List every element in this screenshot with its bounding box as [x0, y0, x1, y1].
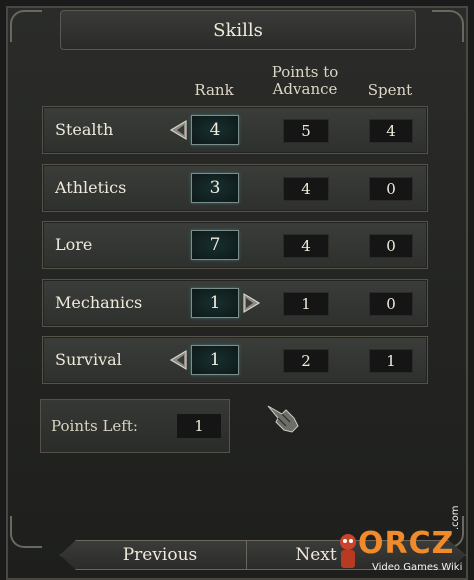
spent-value: 0 [369, 292, 413, 316]
spent-value: 0 [369, 234, 413, 258]
frame-corner [432, 10, 464, 42]
frame-corner [10, 10, 42, 42]
spent-value: 4 [369, 119, 413, 143]
skill-name: Athletics [55, 178, 127, 197]
orcz-mascot-icon [340, 534, 356, 568]
points-to-advance-value: 2 [283, 349, 329, 373]
points-left-value: 1 [177, 414, 221, 438]
orcz-watermark: ORCZ .com Video Games Wiki [334, 505, 474, 580]
points-left-panel: Points Left: 1 [40, 399, 230, 453]
rank-value: 3 [191, 173, 239, 203]
spent-header: Spent [367, 81, 413, 99]
rank-value: 1 [191, 288, 239, 318]
previous-button[interactable]: Previous [60, 540, 260, 570]
window-title: Skills [60, 10, 416, 50]
skill-row-athletics: Athletics 3 4 0 [42, 164, 428, 212]
points-left-label: Points Left: [51, 417, 138, 435]
points-to-advance-value: 4 [283, 234, 329, 258]
orcz-subtitle: Video Games Wiki [372, 562, 463, 573]
points-to-advance-value: 1 [283, 292, 329, 316]
skill-row-stealth: Stealth 4 5 4 [42, 106, 428, 154]
skill-name: Mechanics [55, 293, 143, 312]
skill-name: Stealth [55, 120, 114, 139]
skill-row-survival: Survival 1 2 1 [42, 336, 428, 384]
skill-row-mechanics: Mechanics 1 1 0 [42, 279, 428, 327]
skill-name: Lore [55, 235, 93, 254]
points-to-advance-header: Points to Advance [271, 63, 339, 98]
skill-row-lore: Lore 7 4 0 [42, 221, 428, 269]
frame-corner [10, 516, 42, 548]
rank-header: Rank [194, 81, 234, 99]
orcz-logo-text: ORCZ [358, 526, 455, 561]
points-to-advance-value: 4 [283, 177, 329, 201]
spent-value: 1 [369, 349, 413, 373]
skill-name: Survival [55, 350, 122, 369]
orcz-tld: .com [450, 505, 461, 530]
arrow-left-icon[interactable] [169, 119, 189, 141]
rank-value: 4 [191, 115, 239, 145]
arrow-right-icon[interactable] [241, 292, 261, 314]
spent-value: 0 [369, 177, 413, 201]
rank-value: 7 [191, 230, 239, 260]
points-to-advance-value: 5 [283, 119, 329, 143]
arrow-left-icon[interactable] [169, 349, 189, 371]
rank-value: 1 [191, 345, 239, 375]
gauntlet-cursor-icon [267, 405, 299, 433]
